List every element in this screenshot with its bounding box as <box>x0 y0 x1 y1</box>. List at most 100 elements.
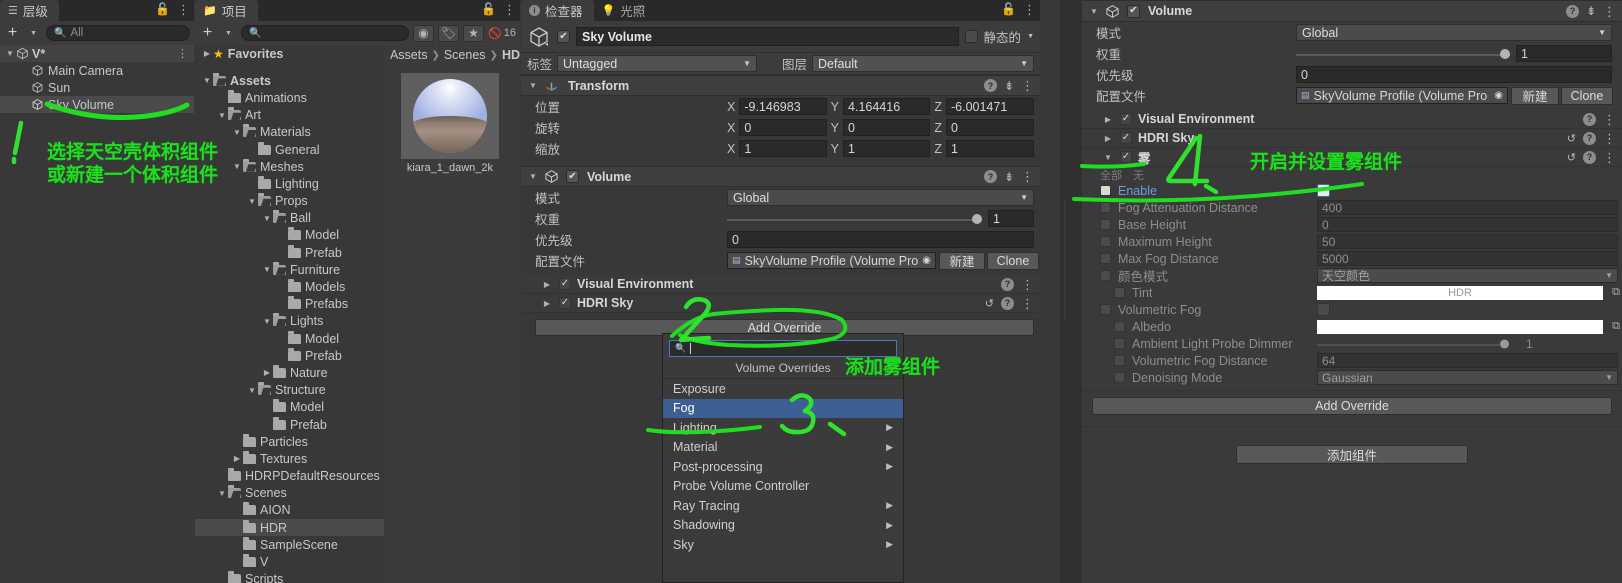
override-fog[interactable]: ▼ ✓ 雾 ↺ ? ⋮ <box>1082 148 1622 167</box>
project-tree-item[interactable]: ▼ Structure <box>195 382 384 399</box>
project-tree-item[interactable]: Prefabs <box>195 296 384 313</box>
fog-property-slider[interactable] <box>1317 337 1509 351</box>
project-tree-item[interactable]: Scripts <box>195 571 384 583</box>
chevron-right-icon[interactable]: ▶ <box>541 280 553 289</box>
fog-property-input[interactable]: 400 <box>1317 200 1618 215</box>
project-tree-item[interactable]: ▼ Scenes <box>195 485 384 502</box>
kebab-menu-icon[interactable]: ⋮ <box>1021 297 1034 310</box>
chevron-down-icon[interactable]: ▼ <box>246 197 258 206</box>
static-dropdown-chevron-icon[interactable]: ▼ <box>1027 33 1034 40</box>
project-tree-item[interactable]: Model <box>195 330 384 347</box>
override-menu-item[interactable]: Probe Volume Controller <box>663 477 903 497</box>
fog-checkbox[interactable]: ✓ <box>1120 151 1132 163</box>
override-hdri-sky[interactable]: ▶ ✓ HDRI Sky ↺ ? ⋮ <box>521 294 1040 313</box>
fog-override-toggle[interactable] <box>1100 185 1111 196</box>
override-search-input[interactable]: 🔍 <box>669 340 897 357</box>
help-icon[interactable]: ? <box>1565 4 1579 18</box>
override-visual-environment[interactable]: ▶ ✓ Visual Environment ? ⋮ <box>521 275 1040 294</box>
lock-icon[interactable]: 🔓 <box>155 3 170 15</box>
project-tree-item[interactable]: Animations <box>195 89 384 106</box>
chevron-down-icon[interactable]: ▼ <box>261 317 273 326</box>
right-volume-enabled-checkbox[interactable]: ✔ <box>1127 4 1140 18</box>
fog-property-dropdown[interactable]: Gaussian ▼ <box>1317 370 1618 385</box>
project-tree-item[interactable]: ▶ Nature <box>195 364 384 381</box>
project-tree-item[interactable]: Lighting <box>195 175 384 192</box>
chevron-down-icon[interactable]: ▼ <box>216 111 228 120</box>
fog-override-toggle[interactable] <box>1100 219 1111 230</box>
filter-by-label-icon[interactable]: 🏷 <box>438 24 460 42</box>
breadcrumb-assets[interactable]: Assets <box>390 48 428 62</box>
right-hdri-sky-checkbox[interactable]: ✓ <box>1120 132 1132 144</box>
asset-item[interactable]: kiara_1_dawn_2k <box>400 73 499 174</box>
preset-icon[interactable]: ⇟ <box>1586 4 1596 18</box>
chevron-right-icon[interactable]: ▶ <box>1102 115 1114 124</box>
preset-icon[interactable]: ⇟ <box>1004 170 1014 184</box>
kebab-menu-icon[interactable]: ⋮ <box>1603 5 1616 18</box>
hierarchy-item-main-camera[interactable]: Main Camera <box>0 62 194 79</box>
kebab-menu-icon[interactable]: ⋮ <box>177 3 190 16</box>
right-new-profile-button[interactable]: 新建 <box>1511 86 1559 105</box>
slider-knob[interactable] <box>972 213 982 224</box>
breadcrumb-hdr[interactable]: HD <box>502 48 520 62</box>
volume-priority-input[interactable]: 0 <box>727 231 1034 248</box>
kebab-menu-icon[interactable]: ⋮ <box>1603 113 1616 126</box>
create-dropdown-chevron-icon[interactable]: ▼ <box>220 25 237 42</box>
right-add-override-button[interactable]: Add Override <box>1092 397 1612 415</box>
new-profile-button[interactable]: 新建 <box>938 251 985 270</box>
tab-project[interactable]: 📁 项目 <box>195 0 258 21</box>
fog-property-input[interactable]: 5000 <box>1317 251 1618 266</box>
fog-override-toggle[interactable] <box>1100 270 1111 281</box>
hierarchy-item-sky-volume[interactable]: Sky Volume <box>0 96 194 113</box>
chevron-down-icon[interactable]: ▼ <box>231 128 243 137</box>
help-icon[interactable]: ? <box>983 170 997 183</box>
fog-none-link[interactable]: 无 <box>1133 167 1144 183</box>
right-override-visual-environment[interactable]: ▶ ✓ Visual Environment ? ⋮ <box>1082 110 1622 129</box>
override-menu-item[interactable]: Exposure <box>663 379 903 399</box>
tag-dropdown[interactable]: Untagged ▼ <box>557 55 758 72</box>
clone-profile-button[interactable]: Clone <box>986 251 1039 270</box>
fog-property-input[interactable]: 64 <box>1317 353 1618 368</box>
fog-color-field[interactable] <box>1317 319 1603 334</box>
kebab-menu-icon[interactable]: ⋮ <box>1021 170 1034 183</box>
project-tree[interactable]: ▶ ★ Favorites ▼ Assets Animations ▼ Art ▼ Materia… <box>195 45 384 583</box>
fog-override-toggle[interactable] <box>1100 236 1111 247</box>
override-menu-item[interactable]: Sky ▶ <box>663 535 903 555</box>
help-icon[interactable]: ? <box>1001 296 1014 310</box>
hdri-sky-checkbox[interactable]: ✓ <box>559 297 571 309</box>
fog-override-toggle[interactable] <box>1114 321 1125 332</box>
gameobject-enabled-checkbox[interactable]: ✔ <box>557 30 570 43</box>
project-tree-item[interactable]: ▼ Assets <box>195 72 384 89</box>
project-tree-item[interactable]: ▶ Textures <box>195 450 384 467</box>
project-tree-item[interactable]: Model <box>195 227 384 244</box>
axis-z-input[interactable]: 1 <box>945 140 1035 157</box>
project-tree-item[interactable]: HDRPDefaultResources <box>195 468 384 485</box>
axis-z-input[interactable]: 0 <box>945 119 1035 136</box>
kebab-menu-icon[interactable]: ⋮ <box>1021 79 1034 92</box>
kebab-menu-icon[interactable]: ⋮ <box>1023 3 1036 16</box>
tab-inspector[interactable]: i 检查器 <box>521 0 594 21</box>
fog-override-toggle[interactable] <box>1114 372 1125 383</box>
fog-override-toggle[interactable] <box>1100 202 1111 213</box>
override-menu-item[interactable]: Ray Tracing ▶ <box>663 496 903 516</box>
project-tree-item[interactable]: ▶ ★ Favorites <box>195 45 384 62</box>
volume-profile-object-field[interactable]: ▤ SkyVolume Profile (Volume Pro ◉ <box>727 252 936 269</box>
gameobject-name-input[interactable]: Sky Volume <box>576 27 959 46</box>
fog-color-field[interactable]: HDR <box>1317 285 1603 300</box>
chevron-down-icon[interactable]: ▼ <box>246 386 258 395</box>
project-tree-item[interactable]: Prefab <box>195 347 384 364</box>
fog-property-checkbox[interactable] <box>1317 184 1330 197</box>
help-icon[interactable]: ? <box>1583 131 1596 145</box>
kebab-menu-icon[interactable]: ⋮ <box>1021 278 1034 291</box>
chevron-down-icon[interactable]: ▼ <box>4 49 16 58</box>
fog-all-link[interactable]: 全部 <box>1100 167 1122 183</box>
axis-y-input[interactable]: 0 <box>843 119 931 136</box>
chevron-right-icon[interactable]: ▶ <box>231 454 243 463</box>
axis-z-input[interactable]: -6.001471 <box>945 98 1035 115</box>
axis-y-input[interactable]: 4.164416 <box>843 98 931 115</box>
right-volume-weight-slider[interactable] <box>1296 45 1510 62</box>
eyedropper-icon[interactable]: ⧉ <box>1610 320 1622 333</box>
fog-property-input[interactable]: 1 <box>1522 336 1618 351</box>
chevron-right-icon[interactable]: ▶ <box>1102 134 1114 143</box>
slider-knob[interactable] <box>1500 48 1510 59</box>
chevron-right-icon[interactable]: ▶ <box>541 299 553 308</box>
